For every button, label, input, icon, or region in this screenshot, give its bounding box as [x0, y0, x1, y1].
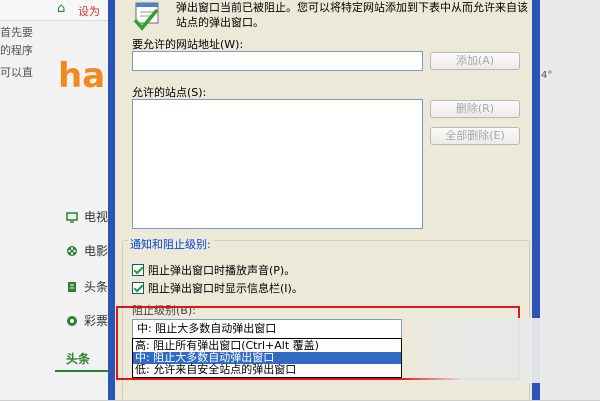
category-lottery[interactable]: 彩票 [66, 312, 108, 329]
play-sound-checkbox[interactable] [132, 264, 144, 276]
category-movie[interactable]: 电影 [66, 242, 108, 259]
background-topbar: ⌂ 设为 [0, 0, 120, 21]
block-level-label: 阻止级别(B): [132, 304, 196, 317]
remove-all-button[interactable]: 全部删除(E) [430, 127, 520, 145]
category-headline[interactable]: 头条 [66, 278, 108, 295]
category-label: 电影 [84, 244, 109, 258]
home-icon[interactable]: ⌂ [57, 2, 71, 16]
lottery-icon [66, 315, 78, 327]
popup-window-check-icon [133, 2, 159, 31]
block-level-dropdown[interactable]: 中: 阻止大多数自动弹出窗口 [132, 319, 402, 339]
category-tv[interactable]: 电视 [66, 208, 108, 225]
background-right-panel [540, 0, 600, 400]
background-topbar-text[interactable]: 设为 [78, 3, 100, 19]
headline-tab[interactable]: 头条 [66, 350, 90, 367]
document-icon [66, 281, 78, 293]
background-text-line: 可以直 [0, 66, 33, 79]
category-label: 头条 [84, 280, 109, 294]
allowed-sites-label: 允许的站点(S): [132, 86, 207, 99]
film-reel-icon [66, 245, 78, 257]
allowed-sites-list[interactable] [132, 99, 423, 229]
category-label: 电视 [84, 210, 109, 224]
add-button[interactable]: 添加(A) [430, 52, 520, 70]
block-level-option-low[interactable]: 低: 允许来自安全站点的弹出窗口 [133, 364, 401, 376]
watermark-fade-overlay [398, 318, 543, 383]
site-logo: ha [58, 56, 104, 95]
show-infobar-label[interactable]: 阻止弹出窗口时显示信息栏(I)。 [148, 280, 303, 296]
site-logo-text: ha [58, 56, 104, 95]
show-infobar-checkbox[interactable] [132, 282, 144, 294]
play-sound-label[interactable]: 阻止弹出窗口时播放声音(P)。 [148, 262, 295, 278]
site-address-input[interactable] [132, 51, 423, 71]
category-label: 彩票 [84, 314, 109, 328]
site-address-label: 要允许的网站地址(W): [132, 38, 244, 51]
background-text-line: 首先要 [0, 26, 33, 39]
notify-group-title: 通知和阻止级别: [128, 236, 213, 252]
tv-icon [66, 211, 78, 223]
remove-button[interactable]: 删除(R) [430, 100, 520, 118]
block-level-options-list[interactable]: 高: 阻止所有弹出窗口(Ctrl+Alt 覆盖) 中: 阻止大多数自动弹出窗口 … [132, 338, 402, 378]
dialog-description: 弹出窗口当前已被阻止。您可以将特定网站添加到下表中从而允许来自该站点的弹出窗口。 [176, 1, 528, 29]
background-webpage: ⌂ 设为 首先要 的程序 可以直 ha 电视 电影 头条 彩票 头条 [0, 0, 120, 400]
background-right-fragment: 4° [541, 70, 553, 81]
background-text-line: 的程序 [0, 44, 33, 57]
tab-underline [55, 370, 115, 372]
